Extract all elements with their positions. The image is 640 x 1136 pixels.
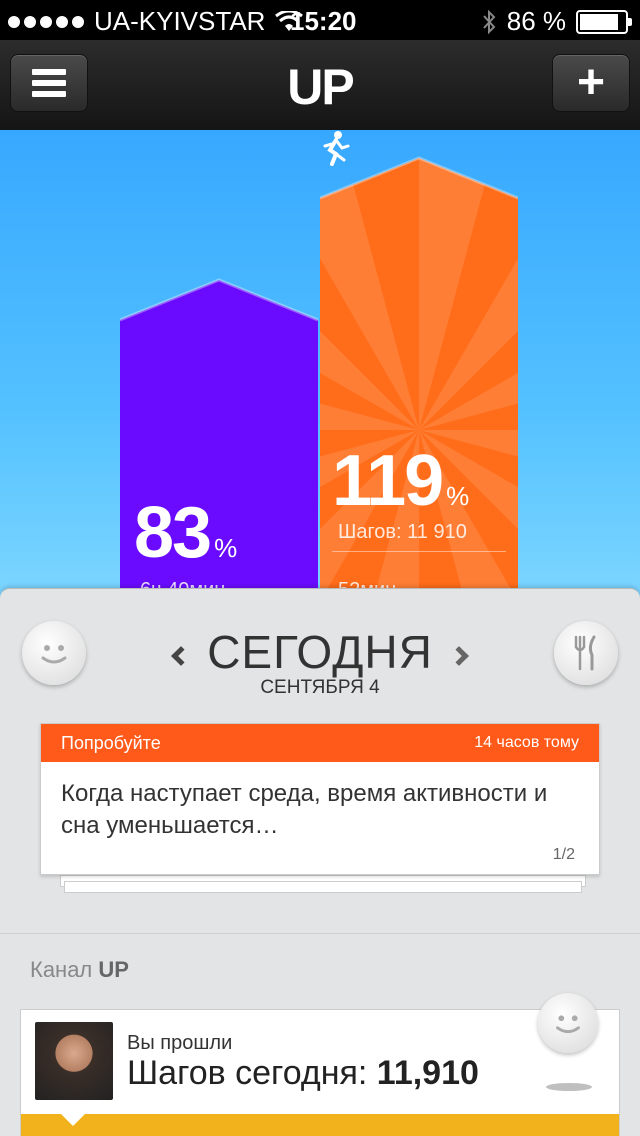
day-date: СЕНТЯБРЯ 4: [260, 677, 380, 698]
nav-bar: UP +: [0, 40, 640, 130]
app-title: UP: [287, 59, 354, 115]
feed-pretext: Вы прошли: [127, 1032, 233, 1054]
activity-hero: 83% 6ч 40мин 119% Шагов: 11 910 52мин: [0, 130, 640, 610]
day-panel: СЕГОДНЯ СЕНТЯБРЯ 4 Попробуйте 14 часов т…: [0, 588, 640, 1136]
steps-divider: [332, 551, 506, 552]
tip-card-title: Попробуйте: [61, 732, 161, 753]
steps-percent: 119%: [332, 441, 469, 521]
feed-item[interactable]: Вы прошли Шагов сегодня: 11,910: [20, 1009, 620, 1136]
meal-button[interactable]: [554, 621, 618, 685]
fork-knife-icon: [574, 635, 596, 671]
signal-icon: [8, 15, 84, 28]
runner-icon: [323, 131, 350, 166]
feed-mood-button[interactable]: [538, 993, 598, 1053]
sleep-percent: 83%: [134, 493, 237, 573]
feed-mood-shadow: [546, 1083, 592, 1091]
feed-headline: Шагов сегодня: 11,910: [127, 1054, 479, 1092]
feed-pointer: [61, 1114, 85, 1126]
tip-card[interactable]: Попробуйте 14 часов тому Когда наступает…: [40, 723, 600, 875]
status-right: 86 %: [481, 6, 632, 37]
section-divider: [0, 933, 640, 934]
plus-icon: +: [576, 56, 606, 109]
tip-card-time: 14 часов тому: [474, 734, 579, 751]
sleep-bar[interactable]: 83% 6ч 40мин: [120, 130, 318, 610]
tip-card-text: Когда наступает среда, время активности …: [61, 780, 548, 839]
battery-icon: [576, 9, 632, 34]
avatar[interactable]: [35, 1022, 113, 1100]
steps-bar[interactable]: 119% Шагов: 11 910 52мин: [320, 130, 518, 610]
channel-heading: Канал UP: [30, 957, 129, 982]
tip-card-header: Попробуйте 14 часов тому: [41, 724, 599, 762]
tip-card-stack[interactable]: Попробуйте 14 часов тому Когда наступает…: [40, 723, 600, 893]
clock: 15:20: [290, 6, 357, 36]
add-button[interactable]: +: [552, 54, 630, 112]
steps-count: Шагов: 11 910: [338, 521, 467, 543]
status-bar: UA-KYIVSTAR 15:20 86 %: [0, 0, 640, 40]
card-shadow-layer: [64, 881, 582, 893]
tip-card-page: 1/2: [552, 846, 575, 863]
carrier-label: UA-KYIVSTAR: [94, 6, 266, 36]
smiley-icon: [556, 1015, 580, 1034]
status-left: UA-KYIVSTAR: [8, 6, 304, 37]
bluetooth-icon: [482, 9, 496, 34]
feed-strip: [21, 1114, 619, 1136]
day-title: СЕГОДНЯ: [207, 626, 433, 678]
battery-percent: 86 %: [506, 6, 566, 36]
